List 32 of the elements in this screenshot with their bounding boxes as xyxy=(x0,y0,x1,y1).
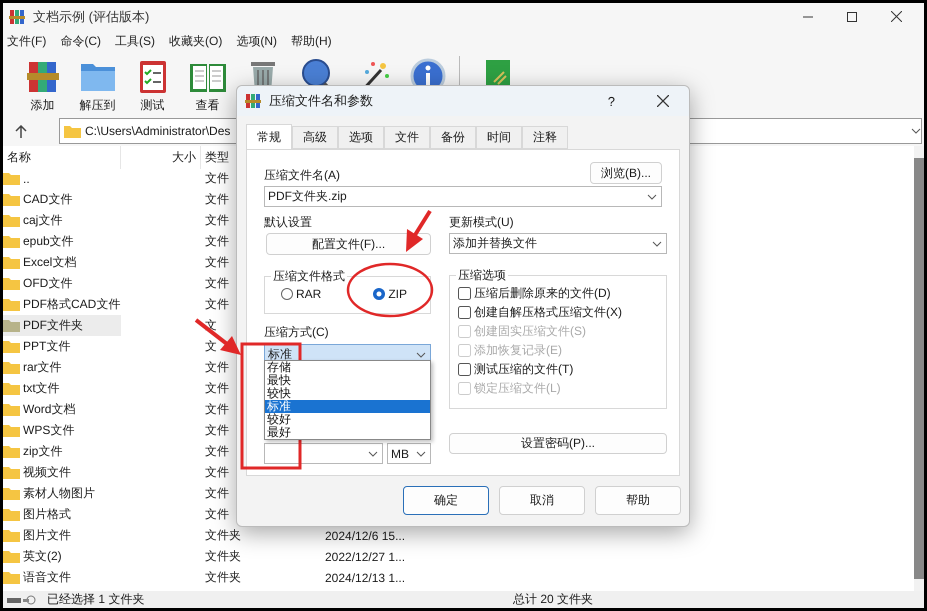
table-cell: 2022/12/27 1... xyxy=(325,550,406,564)
field-label: 默认设置 xyxy=(264,214,313,231)
table-cell: 文件 xyxy=(205,401,229,418)
table-cell: 文 xyxy=(205,338,217,355)
table-cell: 文件 xyxy=(205,296,229,313)
table-cell: 文件 xyxy=(205,443,229,460)
table-cell: 文件 xyxy=(205,233,229,250)
table-cell: 文件 xyxy=(205,506,229,523)
table-cell: 文件 xyxy=(205,422,229,439)
status-text: 总计 20 文件夹 xyxy=(513,591,594,608)
format-group: 压缩文件格式 RAR ZIP xyxy=(264,268,431,314)
dialog-title: 压缩文件名和参数 xyxy=(269,92,374,110)
table-cell: 文件夹 xyxy=(205,569,241,586)
table-cell: 2024/12/13 1... xyxy=(325,570,406,584)
table-cell: 文件夹 xyxy=(205,527,241,544)
table-cell: 文件 xyxy=(205,191,229,208)
table-cell: 文件 xyxy=(205,485,229,502)
table-cell: 文件 xyxy=(205,170,229,187)
field-label: 更新模式(U) xyxy=(449,214,515,231)
table-cell: 文件 xyxy=(205,464,229,481)
field-label: 压缩方式(C) xyxy=(264,324,330,341)
table-cell: 文件 xyxy=(205,359,229,376)
table-cell: 文件夹 xyxy=(205,548,241,565)
window-title: 文档示例 (评估版本) xyxy=(33,8,150,26)
options-group: 压缩选项 压缩后删除原来的文件(D) 创建自解压格式压缩文件(X) 创建固实压缩文件(S) 添加恢复记录(E) 测试压缩的文件(T) 锁定压缩文件(L) xyxy=(449,267,667,409)
table-cell: 文件 xyxy=(205,275,229,292)
table-cell: 文件 xyxy=(205,380,229,397)
field-label: 压缩文件名(A) xyxy=(264,167,340,184)
table-cell: 2024/12/6 15... xyxy=(325,528,406,542)
table-cell: 文件 xyxy=(205,254,229,271)
table-cell: 文件 xyxy=(205,212,229,229)
status-text: 已经选择 1 文件夹 xyxy=(47,591,146,608)
